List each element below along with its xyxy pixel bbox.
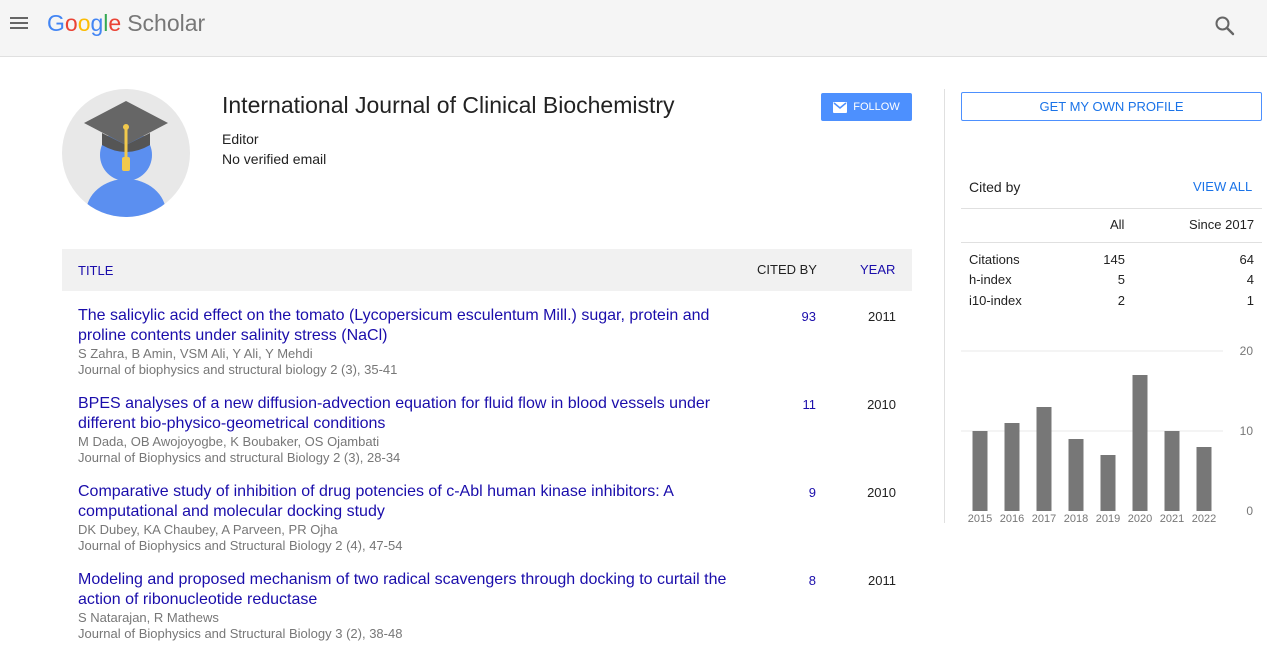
- chart-bar-2017[interactable]: [1036, 407, 1052, 511]
- chart-bar-2021[interactable]: [1164, 431, 1180, 511]
- chart-bar-2016[interactable]: [1004, 423, 1020, 511]
- chart-x-tick-label: 2017: [1032, 513, 1056, 525]
- publication-authors: DK Dubey, KA Chaubey, A Parveen, PR Ojha: [78, 522, 338, 537]
- follow-label: FOLLOW: [853, 101, 900, 113]
- publications-table-header: TITLE CITED BY YEAR: [62, 249, 912, 291]
- chart-bar-2015[interactable]: [972, 431, 988, 511]
- publication-authors: S Zahra, B Amin, VSM Ali, Y Ali, Y Mehdi: [78, 346, 313, 361]
- stat-label: Citations: [969, 252, 1020, 267]
- profile-affiliation: Editor: [222, 131, 259, 147]
- hamburger-menu-icon[interactable]: [8, 14, 30, 36]
- publication-year: 2010: [867, 397, 896, 412]
- publication-year: 2011: [868, 573, 896, 588]
- search-icon[interactable]: [1213, 14, 1237, 38]
- publication-venue: Journal of Biophysics and Structural Bio…: [78, 626, 403, 641]
- cited-by-count-link[interactable]: 93: [802, 309, 816, 324]
- table-row: The salicylic acid effect on the tomato …: [62, 306, 912, 394]
- publication-authors: S Natarajan, R Mathews: [78, 610, 219, 625]
- chart-bar-2022[interactable]: [1196, 447, 1212, 511]
- sort-by-year[interactable]: YEAR: [860, 262, 895, 277]
- stat-since: 64: [1239, 252, 1254, 267]
- stat-row-h-index: h-index 5 4: [969, 272, 1254, 292]
- envelope-icon: [833, 101, 848, 113]
- citations-per-year-chart: 0 10 20 2015 2016 2017 2018 2019 2020 2021 2022: [961, 344, 1254, 525]
- sort-by-title[interactable]: TITLE: [78, 263, 113, 278]
- publication-title-link[interactable]: BPES analyses of a new diffusion-advecti…: [78, 394, 738, 434]
- chart-x-tick-label: 2019: [1096, 513, 1120, 525]
- cited-by-count-link[interactable]: 8: [809, 573, 816, 588]
- publication-venue: Journal of biophysics and structural bio…: [78, 362, 398, 377]
- chart-y-tick-label: 0: [1246, 504, 1253, 518]
- stat-all: 2: [1117, 293, 1125, 308]
- table-row: Modeling and proposed mechanism of two r…: [62, 570, 912, 658]
- follow-button[interactable]: FOLLOW: [821, 93, 912, 121]
- publication-venue: Journal of Biophysics and Structural Bio…: [78, 538, 403, 553]
- table-row: Comparative study of inhibition of drug …: [62, 482, 912, 570]
- chart-x-tick-label: 2018: [1064, 513, 1088, 525]
- publication-venue: Journal of Biophysics and structural Bio…: [78, 450, 401, 465]
- chart-x-tick-label: 2020: [1128, 513, 1152, 525]
- profile-name: International Journal of Clinical Bioche…: [222, 92, 675, 118]
- stats-col-all: All: [1110, 217, 1125, 232]
- chart-x-tick-label: 2015: [968, 513, 992, 525]
- profile-email-status: No verified email: [222, 151, 327, 167]
- graduate-avatar-icon: [62, 89, 190, 217]
- chart-bar-2019[interactable]: [1100, 455, 1116, 511]
- publication-authors: M Dada, OB Awojoyogbe, K Boubaker, OS Oj…: [78, 434, 380, 449]
- stat-since: 4: [1246, 272, 1254, 287]
- view-all-link[interactable]: VIEW ALL: [1193, 179, 1252, 194]
- get-my-own-profile-button[interactable]: GET MY OWN PROFILE: [961, 92, 1262, 121]
- stats-divider: [961, 208, 1262, 209]
- stat-all: 5: [1117, 272, 1125, 287]
- stat-label: h-index: [969, 272, 1012, 287]
- publication-year: 2010: [867, 485, 896, 500]
- chart-x-tick-label: 2021: [1160, 513, 1184, 525]
- publication-title-link[interactable]: Modeling and proposed mechanism of two r…: [78, 570, 738, 610]
- chart-bar-2018[interactable]: [1068, 439, 1084, 511]
- stat-label: i10-index: [969, 293, 1022, 308]
- column-divider: [944, 89, 945, 523]
- chart-y-tick-label: 10: [1240, 424, 1254, 438]
- chart-y-tick-label: 20: [1240, 344, 1254, 358]
- stats-divider: [961, 242, 1262, 243]
- cited-by-heading: Cited by: [969, 179, 1021, 195]
- chart-x-tick-label: 2022: [1192, 513, 1216, 525]
- top-bar: Google Scholar: [0, 0, 1267, 57]
- chart-bar-2020[interactable]: [1132, 375, 1148, 511]
- stat-since: 1: [1246, 293, 1254, 308]
- publication-title-link[interactable]: The salicylic acid effect on the tomato …: [78, 306, 738, 346]
- chart-x-tick-label: 2016: [1000, 513, 1024, 525]
- sort-by-cited[interactable]: CITED BY: [757, 262, 817, 277]
- stat-row-citations: Citations 145 64: [969, 252, 1254, 272]
- stats-col-since: Since 2017: [1189, 217, 1255, 232]
- stat-all: 145: [1103, 252, 1125, 267]
- publication-year: 2011: [868, 309, 896, 324]
- table-row: BPES analyses of a new diffusion-advecti…: [62, 394, 912, 482]
- publication-title-link[interactable]: Comparative study of inhibition of drug …: [78, 482, 738, 522]
- stat-row-i10-index: i10-index 2 1: [969, 293, 1254, 313]
- google-scholar-logo[interactable]: Google Scholar: [47, 10, 205, 37]
- cited-by-count-link[interactable]: 9: [809, 485, 816, 500]
- cited-by-count-link[interactable]: 11: [803, 397, 817, 412]
